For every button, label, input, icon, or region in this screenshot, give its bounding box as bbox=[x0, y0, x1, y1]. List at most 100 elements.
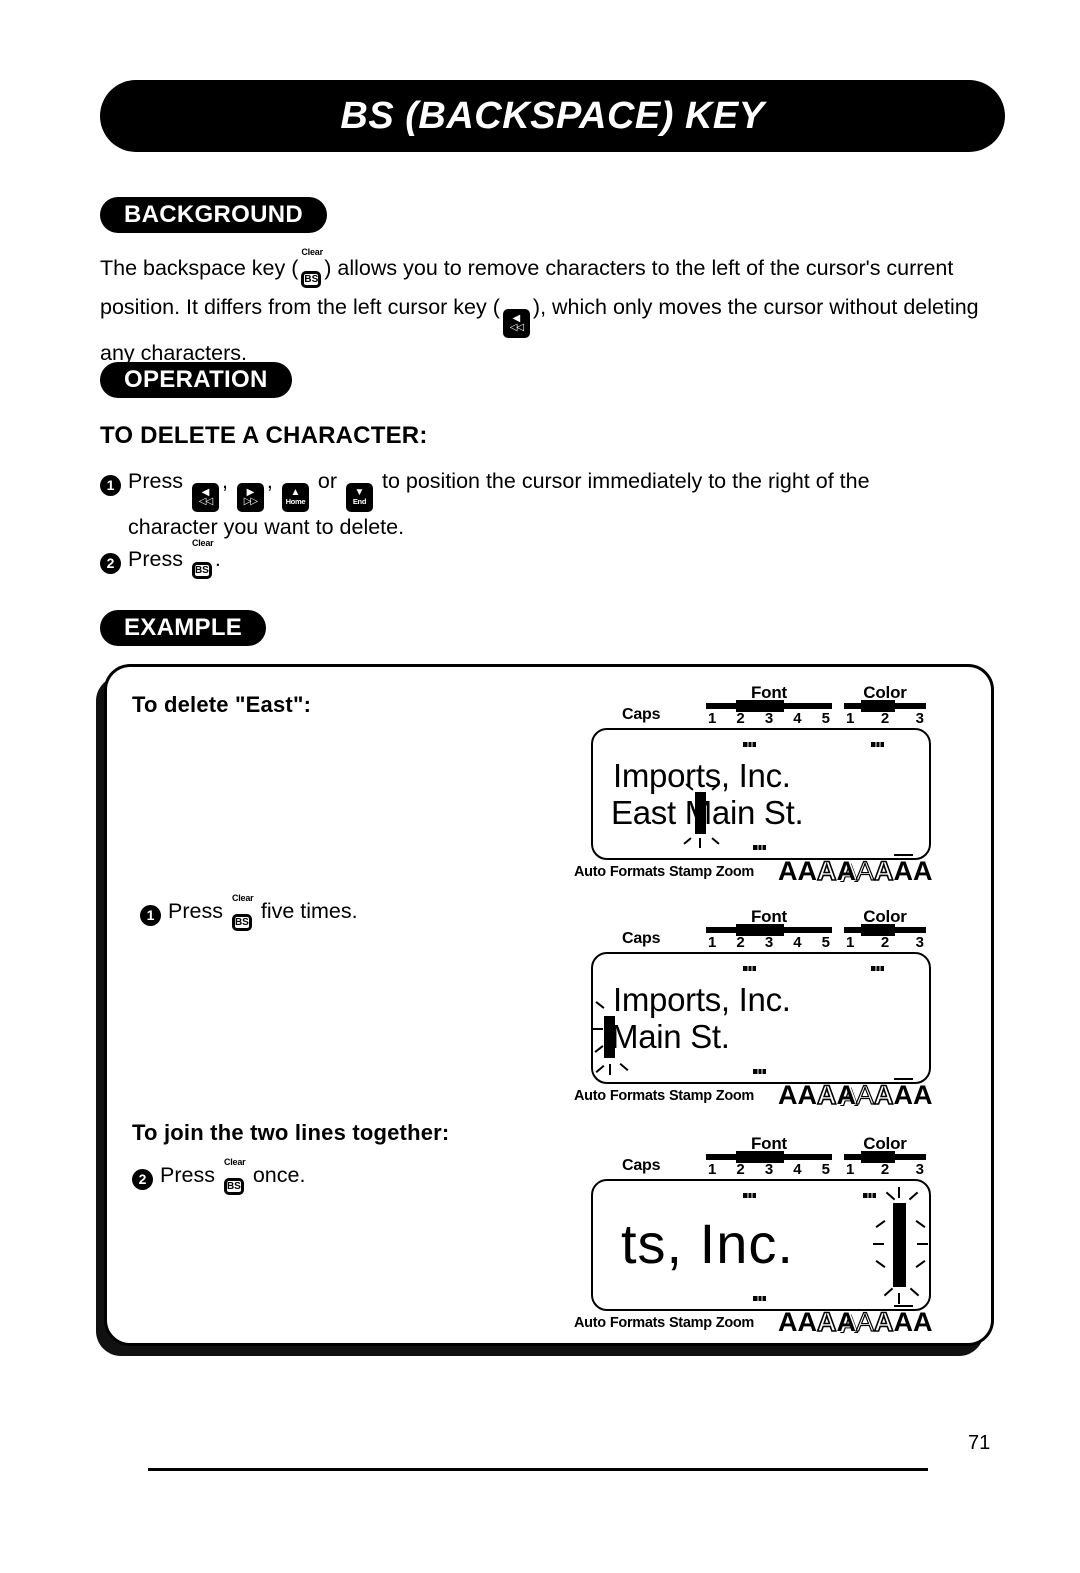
lcd-cursor-1 bbox=[695, 792, 706, 834]
page-title-banner: BS (BACKSPACE) KEY bbox=[100, 80, 1005, 152]
lcd-indicator-row: Caps Font 1 2 3 4 5 Color 1 2 3 bbox=[572, 904, 972, 952]
operation-step-2-period: . bbox=[214, 547, 221, 571]
cursor-blink-mark-icon bbox=[883, 1287, 894, 1297]
operation-step-1: 1 Press ◀ ◁◁, ▶ ▷▷, ▲ Home or ▼ End to positi… bbox=[100, 466, 990, 542]
status-word-formats: Formats bbox=[609, 1315, 665, 1331]
status-word-auto: Auto bbox=[574, 1088, 606, 1104]
example-heading-2: To join the two lines together: bbox=[132, 1120, 450, 1145]
font-num: 3 bbox=[764, 710, 774, 727]
cursor-blink-mark-icon bbox=[917, 1243, 928, 1245]
operation-step-1-separator: , bbox=[221, 469, 228, 493]
operation-step-1-press-label: Press bbox=[128, 469, 183, 493]
font-num: 4 bbox=[793, 710, 802, 727]
lcd-line-2: Main St. bbox=[611, 1020, 730, 1054]
section-header-operation: OPERATION bbox=[100, 362, 292, 398]
color-gauge: Color 1 2 3 bbox=[844, 908, 926, 951]
style-a-shadow-icon: A bbox=[836, 1307, 857, 1337]
font-num: 1 bbox=[708, 1161, 717, 1178]
background-paragraph: The backspace key (Clear BS) allows you t… bbox=[100, 247, 985, 368]
lcd-text-1: Imports, Inc. East Main St. bbox=[593, 730, 929, 858]
right-cursor-key-bottom: ▷▷ bbox=[243, 496, 258, 507]
color-num: 2 bbox=[880, 1161, 890, 1178]
operation-step-2-number: 2 bbox=[100, 553, 121, 574]
example-step-1-after-label: five times. bbox=[260, 899, 358, 923]
style-a-shadow-icon: A bbox=[836, 856, 857, 886]
lcd-status-row: Auto Formats Stamp Zoom AAAAAAAA bbox=[572, 1305, 972, 1339]
color-num: 3 bbox=[915, 710, 924, 727]
font-num: 3 bbox=[764, 1161, 774, 1178]
page-number: 71 bbox=[968, 1432, 991, 1454]
caps-indicator-label: Caps bbox=[622, 1157, 661, 1174]
lcd-status-row: Auto Formats Stamp Zoom AAAAAAAA bbox=[572, 854, 972, 888]
status-word-formats: Formats bbox=[609, 864, 665, 880]
status-word-zoom: Zoom bbox=[715, 1315, 755, 1331]
style-a-thin-icon: A bbox=[855, 1307, 875, 1337]
style-a-bold2-icon: A bbox=[797, 1080, 818, 1110]
bs-key-icon: Clear BS bbox=[301, 247, 323, 292]
status-word-zoom: Zoom bbox=[715, 864, 755, 880]
bs-key-face-label: BS bbox=[191, 562, 212, 579]
example-step-2-after-label: once. bbox=[252, 1163, 306, 1187]
section-header-example: EXAMPLE bbox=[100, 610, 267, 646]
font-gauge: Font 1 2 3 4 5 bbox=[706, 684, 832, 727]
font-num: 1 bbox=[708, 934, 717, 951]
operation-step-2: 2 Press Clear BS. bbox=[100, 538, 600, 583]
color-gauge: Color 1 2 3 bbox=[844, 1135, 926, 1178]
style-a-outline-icon: A bbox=[816, 856, 837, 886]
cursor-blink-mark-icon bbox=[915, 1219, 926, 1229]
bs-key-face-label: BS bbox=[301, 271, 322, 288]
color-num: 3 bbox=[915, 934, 924, 951]
status-word-stamp: Stamp bbox=[668, 1315, 712, 1331]
home-key-icon: ▲ Home bbox=[281, 473, 309, 512]
bs-key-icon: Clear BS bbox=[231, 893, 254, 935]
example-step-2-press-label: Press bbox=[160, 1163, 215, 1187]
style-a-outline2-icon: A bbox=[873, 1307, 894, 1337]
lcd-display-1: Caps Font 1 2 3 4 5 Color 1 2 3 Imports,… bbox=[572, 680, 972, 888]
style-a-italic-icon: A bbox=[913, 856, 933, 886]
cursor-blink-mark-icon bbox=[593, 1028, 603, 1030]
color-gauge-bar bbox=[844, 1151, 926, 1163]
cursor-blink-mark-icon bbox=[595, 1065, 605, 1073]
style-a-bold2-icon: A bbox=[797, 856, 818, 886]
status-word-stamp: Stamp bbox=[668, 1088, 712, 1104]
home-key-top: ▲ bbox=[290, 487, 301, 498]
lcd-text-2: Imports, Inc. Main St. bbox=[593, 954, 929, 1082]
end-key-icon: ▼ End bbox=[345, 473, 373, 512]
operation-step-1-separator: , bbox=[266, 469, 273, 493]
lcd-style-a-glyphs: AAAAAAAA bbox=[778, 1305, 933, 1337]
font-num: 3 bbox=[764, 934, 774, 951]
font-gauge-bar bbox=[706, 924, 832, 936]
style-a-outline2-icon: A bbox=[873, 856, 894, 886]
status-word-zoom: Zoom bbox=[715, 1088, 755, 1104]
style-a-outline-icon: A bbox=[816, 1080, 837, 1110]
operation-step-1-or-label: or bbox=[317, 469, 337, 493]
color-num: 3 bbox=[915, 1161, 924, 1178]
end-key-top: ▼ bbox=[354, 487, 365, 498]
cursor-blink-mark-icon bbox=[711, 837, 720, 845]
lcd-line-1: Imports, Inc. bbox=[613, 981, 791, 1018]
style-a-bold2-icon: A bbox=[797, 1307, 818, 1337]
bs-key-cap-label: Clear bbox=[301, 247, 323, 257]
cursor-blink-mark-icon bbox=[898, 1293, 900, 1304]
color-gauge-bar bbox=[844, 700, 926, 712]
font-gauge-bar bbox=[706, 700, 832, 712]
lcd-status-row: Auto Formats Stamp Zoom AAAAAAAA bbox=[572, 1078, 972, 1112]
font-num: 5 bbox=[821, 710, 830, 727]
lcd-screen-1: Imports, Inc. East Main St. bbox=[591, 728, 931, 860]
cursor-blink-mark-icon bbox=[909, 1287, 920, 1297]
lcd-status-words: Auto Formats Stamp Zoom bbox=[574, 1088, 758, 1104]
cursor-blink-mark-icon bbox=[875, 1219, 886, 1229]
operation-step-1-number: 1 bbox=[100, 475, 121, 496]
font-num: 1 bbox=[708, 710, 717, 727]
cursor-blink-mark-icon bbox=[898, 1187, 900, 1198]
operation-subheading: TO DELETE A CHARACTER: bbox=[100, 422, 428, 449]
right-cursor-key-icon: ▶ ▷▷ bbox=[236, 473, 264, 512]
lcd-style-a-glyphs: AAAAAAAA bbox=[778, 1078, 933, 1110]
bs-key-face-label: BS bbox=[231, 914, 252, 931]
caps-indicator-label: Caps bbox=[622, 706, 661, 723]
color-gauge-active-segment bbox=[861, 924, 895, 936]
cursor-blink-mark-icon bbox=[873, 1243, 884, 1245]
status-word-auto: Auto bbox=[574, 864, 606, 880]
left-cursor-key-icon: ◀ ◁◁ bbox=[191, 473, 219, 512]
style-a-shadow-icon: A bbox=[836, 1080, 857, 1110]
